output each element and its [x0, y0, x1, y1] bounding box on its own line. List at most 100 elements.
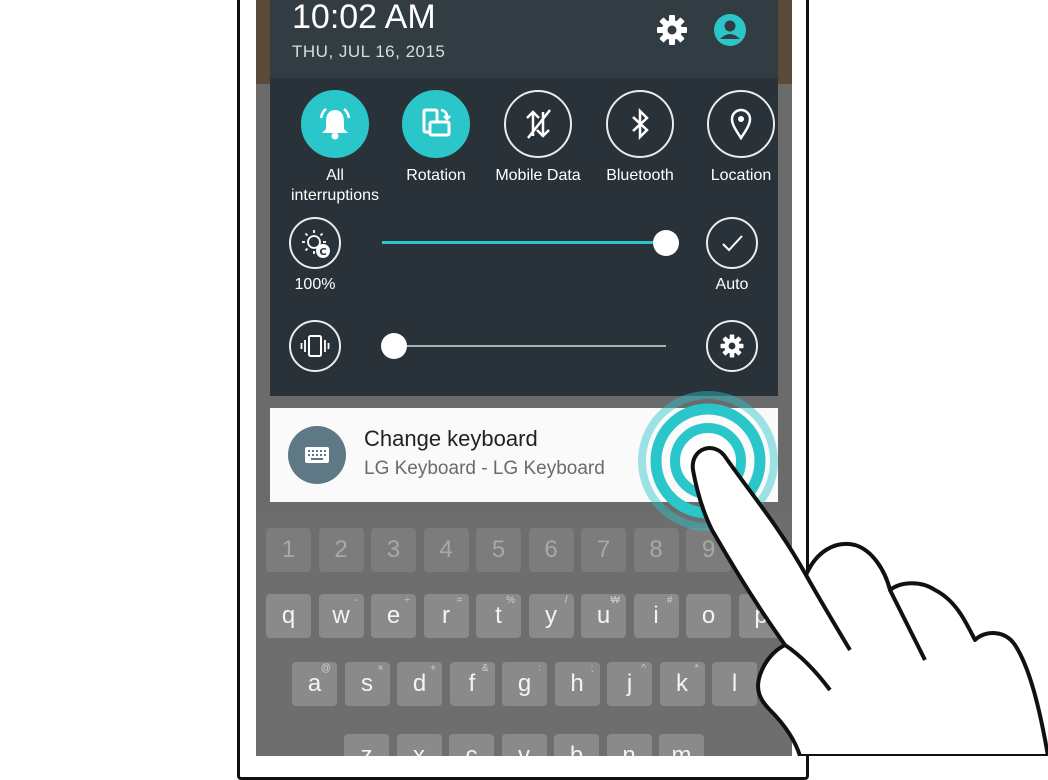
auto-brightness-check-icon[interactable]: [706, 217, 758, 269]
key-u[interactable]: u ₩: [581, 594, 626, 638]
key-label: b: [569, 742, 584, 756]
key-m[interactable]: m: [659, 734, 704, 756]
key-p[interactable]: p!: [738, 594, 784, 638]
key-label: t: [495, 602, 502, 629]
key-alt-symbol: ×: [377, 663, 384, 674]
key-alt-symbol: ₩: [610, 595, 620, 606]
qs-label: Location: [710, 167, 772, 184]
qs-mobile-data[interactable]: Mobile Data: [488, 90, 588, 186]
key-f[interactable]: f &: [449, 662, 495, 706]
key-label: v: [518, 742, 530, 756]
gear-icon[interactable]: [654, 12, 690, 48]
key-1[interactable]: 1: [266, 528, 311, 572]
brightness-slider-track[interactable]: [382, 241, 666, 244]
key-7[interactable]: 7: [581, 528, 626, 572]
wallpaper-strip: [778, 0, 792, 84]
key-r[interactable]: r =: [423, 594, 469, 638]
key-label: c: [465, 742, 478, 756]
key-label: 2: [334, 536, 348, 563]
qs-label: Mobile Data: [495, 167, 581, 184]
change-keyboard-notification[interactable]: Change keyboard LG Keyboard - LG Keyboar…: [270, 408, 778, 502]
key-label: m: [671, 742, 692, 756]
svg-text:C: C: [319, 247, 326, 258]
key-a[interactable]: a @: [292, 662, 337, 706]
qs-rotation[interactable]: Rotation: [386, 90, 486, 186]
key-e[interactable]: e ÷: [371, 594, 416, 638]
key-9[interactable]: 9: [686, 528, 731, 572]
key-h[interactable]: h;: [554, 662, 600, 706]
key-j[interactable]: j ^: [607, 662, 652, 706]
key-i[interactable]: i #: [633, 594, 679, 638]
volume-slider-thumb[interactable]: [381, 333, 407, 359]
sound-settings-gear-icon[interactable]: [706, 320, 758, 372]
key-alt-symbol: :: [538, 663, 541, 674]
key-label: g: [517, 670, 532, 697]
key-2[interactable]: 2: [318, 528, 364, 572]
key-z[interactable]: z: [344, 734, 389, 756]
key-alt-symbol: !: [774, 595, 778, 606]
brightness-slider-thumb[interactable]: [653, 230, 679, 256]
key-label: 7: [596, 536, 611, 563]
keyboard: 1 2 3 4 5 6 7 8 9 q w - e ÷ r = t% y / u ₩ i # o p! a @ s × d + f & g: h; j…: [256, 512, 792, 756]
key-label: 6: [544, 536, 558, 563]
key-label: z: [360, 742, 373, 756]
qs-label: Bluetooth: [606, 167, 674, 184]
key-label: y: [545, 602, 557, 629]
key-t[interactable]: t%: [476, 594, 521, 638]
shade-header: 10:02 AM THU, JUL 16, 2015: [270, 0, 778, 78]
key-5[interactable]: 5: [476, 528, 521, 572]
key-label: o: [701, 602, 716, 629]
key-o[interactable]: o: [686, 594, 731, 638]
key-k[interactable]: k *: [659, 662, 705, 706]
key-y[interactable]: y /: [528, 594, 574, 638]
profile-icon[interactable]: [712, 12, 748, 48]
vibrate-icon[interactable]: [289, 320, 341, 372]
key-v[interactable]: v: [501, 734, 547, 756]
key-8[interactable]: 8: [633, 528, 679, 572]
qs-location[interactable]: Location: [691, 90, 791, 186]
rotation-icon: [402, 90, 470, 158]
key-label: r: [442, 602, 450, 629]
key-label: k: [676, 670, 688, 697]
key-label: 1: [281, 536, 296, 563]
key-label: 3: [386, 536, 401, 563]
key-l[interactable]: l: [712, 662, 757, 706]
key-c[interactable]: c: [449, 734, 494, 756]
key-x[interactable]: x: [396, 734, 442, 756]
key-alt-symbol: ÷: [404, 595, 411, 606]
key-label: 4: [439, 536, 453, 563]
location-icon: [707, 90, 775, 158]
key-alt-symbol: ^: [641, 663, 646, 674]
key-4[interactable]: 4: [423, 528, 469, 572]
key-6[interactable]: 6: [528, 528, 574, 572]
key-alt-symbol: *: [694, 663, 699, 674]
qs-label: Rotation: [406, 167, 466, 184]
brightness-icon[interactable]: C: [289, 217, 341, 269]
key-label: 9: [701, 536, 716, 563]
key-q[interactable]: q: [266, 594, 311, 638]
key-label: q: [281, 602, 296, 629]
key-b[interactable]: b: [554, 734, 599, 756]
qs-bluetooth[interactable]: Bluetooth: [590, 90, 690, 186]
auto-brightness-label: Auto: [715, 276, 749, 293]
key-alt-symbol: /: [564, 595, 568, 606]
key-g[interactable]: g:: [502, 662, 547, 706]
bluetooth-icon: [606, 90, 674, 158]
key-3[interactable]: 3: [371, 528, 416, 572]
key-d[interactable]: d +: [397, 662, 442, 706]
key-label: u: [596, 602, 611, 629]
key-label: e: [386, 602, 401, 629]
key-n[interactable]: n: [606, 734, 652, 756]
qs-all-interruptions[interactable]: All interruptions: [285, 90, 385, 206]
notification-shade: 10:02 AM THU, JUL 16, 2015 All interrupt…: [270, 0, 778, 396]
volume-slider-track[interactable]: [382, 345, 666, 347]
key-label: a: [307, 670, 322, 697]
key-label: s: [361, 670, 373, 697]
key-alt-symbol: %: [506, 595, 515, 606]
key-s[interactable]: s ×: [344, 662, 390, 706]
key-w[interactable]: w-: [318, 594, 364, 638]
key-label: w: [332, 602, 350, 629]
key-label: j: [626, 670, 633, 697]
bell-icon: [301, 90, 369, 158]
wallpaper-strip: [256, 0, 270, 84]
